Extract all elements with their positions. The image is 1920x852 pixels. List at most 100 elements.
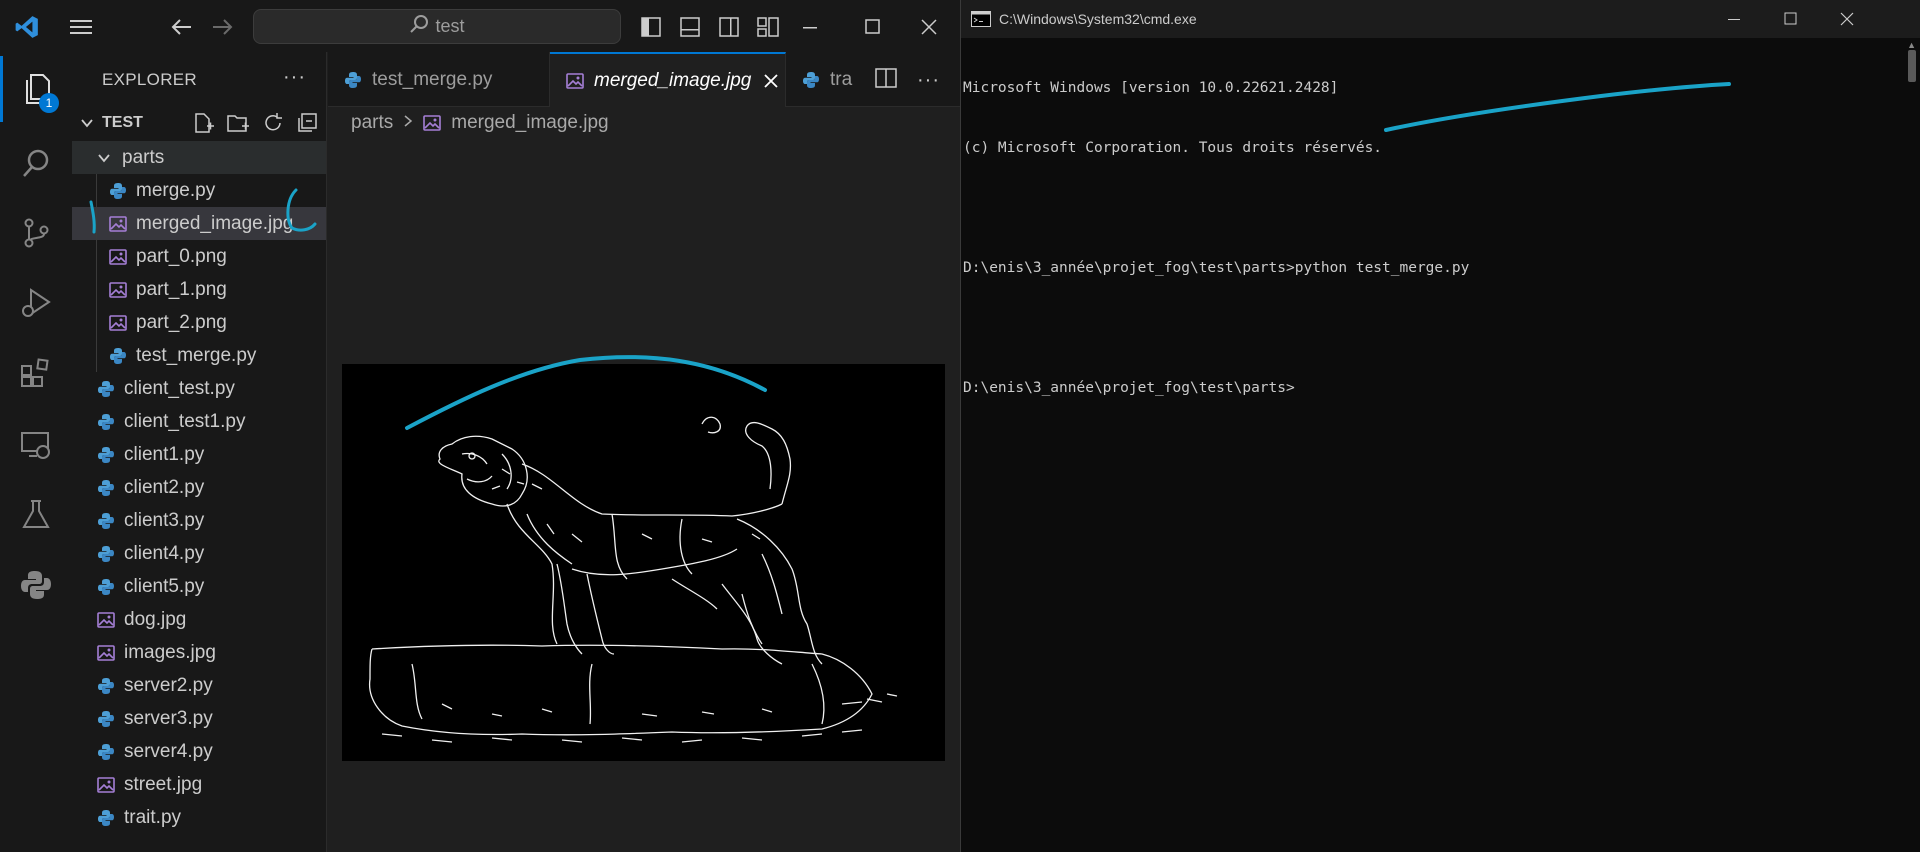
image-file-icon: [108, 280, 128, 300]
breadcrumb-folder[interactable]: parts: [351, 112, 393, 134]
file-item[interactable]: server4.py: [72, 735, 326, 768]
customize-layout-icon[interactable]: [755, 14, 781, 40]
cmd-minimize-icon[interactable]: [1707, 0, 1763, 38]
file-label: images.jpg: [124, 641, 216, 663]
collapse-all-icon[interactable]: [296, 112, 318, 139]
new-file-icon[interactable]: [192, 112, 214, 139]
file-item[interactable]: part_0.png: [72, 240, 326, 273]
chevron-right-icon: [403, 112, 413, 134]
title-bar: test: [0, 0, 960, 52]
file-label: part_2.png: [136, 311, 227, 333]
new-folder-icon[interactable]: [226, 112, 250, 139]
file-label: merged_image.jpg: [136, 212, 294, 234]
scroll-up-icon[interactable]: ▲: [1907, 40, 1916, 50]
more-actions-icon[interactable]: ···: [283, 66, 306, 89]
file-label: test_merge.py: [136, 344, 257, 366]
image-file-icon: [566, 72, 584, 90]
file-item[interactable]: test_merge.py: [72, 339, 326, 372]
search-icon: [409, 14, 429, 39]
console-output[interactable]: Microsoft Windows [version 10.0.22621.24…: [963, 38, 1903, 438]
file-item[interactable]: trait.py: [72, 801, 326, 834]
file-item[interactable]: client5.py: [72, 570, 326, 603]
remote-explorer-icon[interactable]: [0, 412, 72, 478]
python-file-icon: [96, 808, 116, 828]
run-debug-icon[interactable]: [0, 270, 72, 336]
back-arrow-icon[interactable]: [166, 12, 196, 42]
extensions-icon[interactable]: [0, 340, 72, 406]
chevron-down-icon: [80, 116, 94, 130]
maximize-icon[interactable]: [858, 12, 888, 42]
file-label: trait.py: [124, 806, 182, 828]
tab-test-merge[interactable]: test_merge.py: [328, 52, 550, 107]
tab-merged-image[interactable]: merged_image.jpg: [550, 52, 786, 107]
file-item[interactable]: client2.py: [72, 471, 326, 504]
file-item[interactable]: client_test1.py: [72, 405, 326, 438]
dog-edge-image: [368, 416, 898, 743]
file-label: client3.py: [124, 509, 205, 531]
file-label: parts: [122, 146, 165, 168]
file-item[interactable]: client3.py: [72, 504, 326, 537]
split-editor-icon[interactable]: [875, 68, 897, 93]
file-item[interactable]: images.jpg: [72, 636, 326, 669]
tab-label: tra: [830, 68, 853, 90]
search-activity-icon[interactable]: [0, 130, 72, 196]
console-line: (c) Microsoft Corporation. Tous droits r…: [963, 140, 1383, 156]
tab-label: test_merge.py: [372, 68, 493, 90]
image-file-icon: [108, 247, 128, 267]
folder-item[interactable]: parts: [72, 141, 326, 174]
forward-arrow-icon[interactable]: [208, 12, 238, 42]
image-preview: [342, 364, 945, 761]
close-icon[interactable]: [914, 12, 944, 42]
file-item[interactable]: street.jpg: [72, 768, 326, 801]
toggle-panel-icon[interactable]: [677, 14, 703, 40]
python-file-icon: [96, 709, 116, 729]
vscode-logo-icon: [12, 12, 42, 42]
python-extension-icon[interactable]: [0, 552, 72, 618]
file-tree: parts merge.py merged_image.jpg part_0.png p…: [72, 141, 326, 834]
python-file-icon: [96, 577, 116, 597]
python-file-icon: [108, 181, 128, 201]
file-item[interactable]: client_test.py: [72, 372, 326, 405]
file-item[interactable]: merged_image.jpg: [72, 207, 326, 240]
explorer-activity-icon[interactable]: 1: [0, 56, 72, 122]
toggle-secondary-sidebar-icon[interactable]: [716, 14, 742, 40]
python-file-icon: [96, 676, 116, 696]
refresh-icon[interactable]: [262, 112, 284, 139]
file-label: server3.py: [124, 707, 213, 729]
file-item[interactable]: merge.py: [72, 174, 326, 207]
breadcrumb-file[interactable]: merged_image.jpg: [451, 112, 608, 134]
activity-bar: 1: [0, 52, 72, 852]
tab-trait[interactable]: tra: [786, 52, 866, 107]
source-control-icon[interactable]: [0, 200, 72, 266]
file-label: street.jpg: [124, 773, 203, 795]
python-file-icon: [108, 346, 128, 366]
editor-actions: ···: [875, 68, 940, 93]
more-editor-actions-icon[interactable]: ···: [917, 69, 940, 92]
file-label: server2.py: [124, 674, 213, 696]
file-item[interactable]: server3.py: [72, 702, 326, 735]
python-file-icon: [96, 445, 116, 465]
image-file-icon: [96, 775, 116, 795]
scrollbar-thumb[interactable]: [1908, 50, 1916, 82]
file-item[interactable]: server2.py: [72, 669, 326, 702]
file-label: dog.jpg: [124, 608, 187, 630]
tab-close-icon[interactable]: [763, 73, 779, 89]
file-item[interactable]: client4.py: [72, 537, 326, 570]
python-file-icon: [802, 71, 820, 89]
command-center-search[interactable]: test: [253, 9, 621, 44]
minimize-icon[interactable]: [796, 12, 826, 42]
toggle-sidebar-icon[interactable]: [638, 14, 664, 40]
indent-guide: [96, 339, 97, 372]
search-text: test: [435, 16, 465, 36]
file-item[interactable]: dog.jpg: [72, 603, 326, 636]
file-item[interactable]: client1.py: [72, 438, 326, 471]
testing-flask-icon[interactable]: [0, 482, 72, 548]
file-item[interactable]: part_1.png: [72, 273, 326, 306]
tab-label: merged_image.jpg: [594, 69, 752, 91]
python-file-icon: [96, 511, 116, 531]
cmd-close-icon[interactable]: [1819, 0, 1875, 38]
menu-icon[interactable]: [66, 12, 96, 42]
cmd-maximize-icon[interactable]: [1763, 0, 1819, 38]
file-item[interactable]: part_2.png: [72, 306, 326, 339]
